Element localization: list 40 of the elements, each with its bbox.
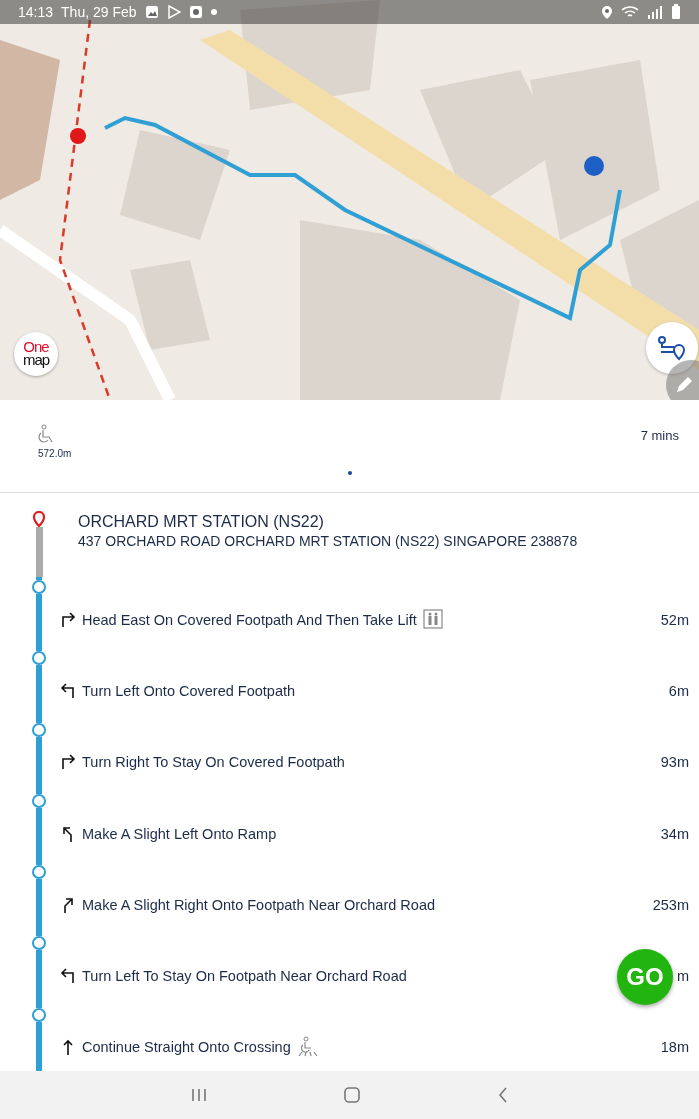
battery-icon <box>671 4 681 20</box>
step-instruction: Continue Straight Onto Crossing <box>82 1039 291 1056</box>
signal-icon <box>647 5 663 19</box>
status-date: Thu, 29 Feb <box>61 4 137 20</box>
step-instruction: Turn Left Onto Covered Footpath <box>82 682 296 699</box>
timeline-segment <box>35 527 43 577</box>
wifi-icon <box>621 5 639 19</box>
turn-left-icon <box>60 681 76 700</box>
recent-apps-icon <box>190 1087 207 1103</box>
origin-name: ORCHARD MRT STATION (NS22) <box>78 513 325 531</box>
turn-right-icon <box>60 610 76 629</box>
notification-dot-icon <box>210 9 217 15</box>
location-icon <box>601 5 613 19</box>
step-instruction: Make A Slight Right Onto Footpath Near Orchard Road <box>82 896 436 913</box>
step-instruction: Turn Right To Stay On Covered Footpath <box>82 754 345 771</box>
location-pin-icon <box>33 511 45 527</box>
route-icon <box>657 335 687 361</box>
step-distance: 34m <box>660 824 690 844</box>
step-instruction: Head East On Covered Footpath And Then Take Lift <box>82 611 417 628</box>
turn-left-icon <box>60 967 76 986</box>
route-distance: 572.0m <box>38 448 72 459</box>
step-instruction: Make A Slight Left Onto Ramp <box>82 825 277 842</box>
step-distance: 18m <box>660 1038 690 1058</box>
step-distance: 253m <box>652 895 690 915</box>
route-duration: 7 mins <box>640 428 679 445</box>
step-instruction: Turn Left To Stay On Footpath Near Orchard Road <box>82 968 407 985</box>
step-distance: 6m <box>668 681 690 701</box>
step-distance: 52m <box>660 610 690 630</box>
page-indicator-dot[interactable] <box>347 471 352 475</box>
origin-address: 437 ORCHARD ROAD ORCHARD MRT STATION (NS22) SINGAPORE 238878 <box>78 533 579 549</box>
play-store-icon <box>166 5 181 19</box>
lift-icon <box>422 608 445 631</box>
turn-right-icon <box>60 753 76 772</box>
step-distance: 93m <box>660 753 690 773</box>
wheelchair-icon <box>38 424 54 444</box>
wheelchair-crossing-icon <box>296 1036 319 1059</box>
home-icon <box>342 1086 361 1104</box>
status-time: 14:13 <box>18 4 54 20</box>
step-distance: m <box>676 967 690 987</box>
back-icon <box>496 1086 509 1104</box>
